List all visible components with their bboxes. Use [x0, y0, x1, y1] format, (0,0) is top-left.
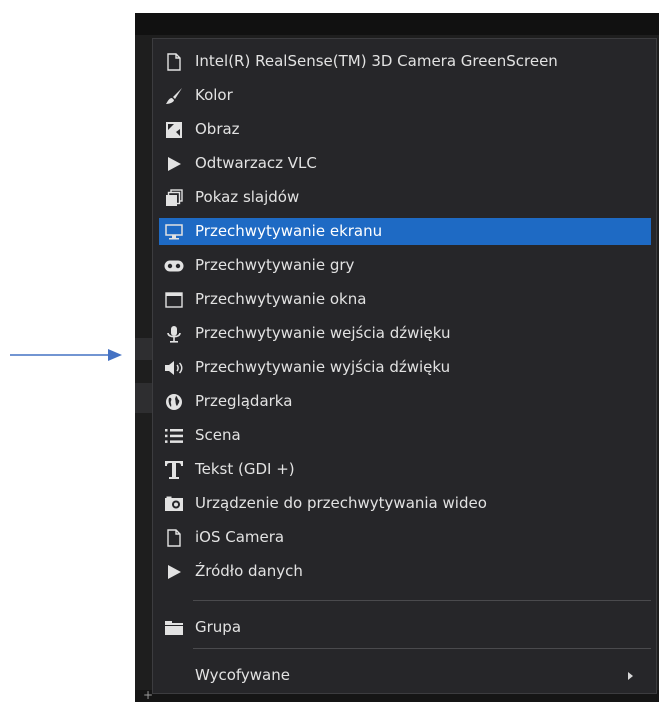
menu-item-browser[interactable]: Przeglądarka — [159, 388, 651, 415]
menu-item-group[interactable]: Grupa — [159, 614, 651, 641]
menu-item-realsense[interactable]: Intel(R) RealSense(TM) 3D Camera GreenSc… — [159, 48, 651, 75]
window-icon — [163, 289, 185, 311]
chevron-right-icon — [628, 672, 633, 680]
annotation-arrow-icon — [10, 349, 122, 361]
slideshow-icon — [163, 187, 185, 209]
globe-icon — [163, 391, 185, 413]
camera-icon — [163, 493, 185, 515]
file-icon — [163, 51, 185, 73]
play-icon — [163, 561, 185, 583]
background-panel-edge — [135, 338, 153, 360]
app-top-strip — [135, 13, 659, 35]
menu-item-deprecated[interactable]: Wycofywane — [159, 662, 651, 689]
menu-item-game-capture[interactable]: Przechwytywanie gry — [159, 252, 651, 279]
text-icon — [163, 459, 185, 481]
menu-item-ios-camera[interactable]: iOS Camera — [159, 524, 651, 551]
menu-item-kolor[interactable]: Kolor — [159, 82, 651, 109]
menu-item-vlc[interactable]: Odtwarzacz VLC — [159, 150, 651, 177]
microphone-icon — [163, 323, 185, 345]
gamepad-icon — [163, 255, 185, 277]
list-icon — [163, 425, 185, 447]
menu-item-slideshow[interactable]: Pokaz slajdów — [159, 184, 651, 211]
menu-item-data-source[interactable]: Źródło danych — [159, 558, 651, 585]
menu-item-scene[interactable]: Scena — [159, 422, 651, 449]
folder-icon — [163, 617, 185, 639]
speaker-icon — [163, 357, 185, 379]
menu-item-audio-output[interactable]: Przechwytywanie wyjścia dźwięku — [159, 354, 651, 381]
menu-separator — [193, 600, 651, 601]
menu-item-text-gdi[interactable]: Tekst (GDI +) — [159, 456, 651, 483]
menu-item-obraz[interactable]: Obraz — [159, 116, 651, 143]
menu-separator — [193, 648, 651, 649]
paintbrush-icon — [163, 85, 185, 107]
menu-item-audio-input[interactable]: Przechwytywanie wejścia dźwięku — [159, 320, 651, 347]
file-icon — [163, 527, 185, 549]
background-panel-edge — [135, 383, 153, 413]
image-icon — [163, 119, 185, 141]
menu-item-window-capture[interactable]: Przechwytywanie okna — [159, 286, 651, 313]
play-icon — [163, 153, 185, 175]
monitor-icon — [163, 221, 185, 243]
menu-item-screen-capture[interactable]: Przechwytywanie ekranu — [159, 218, 651, 245]
add-source-context-menu: Intel(R) RealSense(TM) 3D Camera GreenSc… — [152, 38, 657, 694]
menu-item-video-device[interactable]: Urządzenie do przechwytywania wideo — [159, 490, 651, 517]
